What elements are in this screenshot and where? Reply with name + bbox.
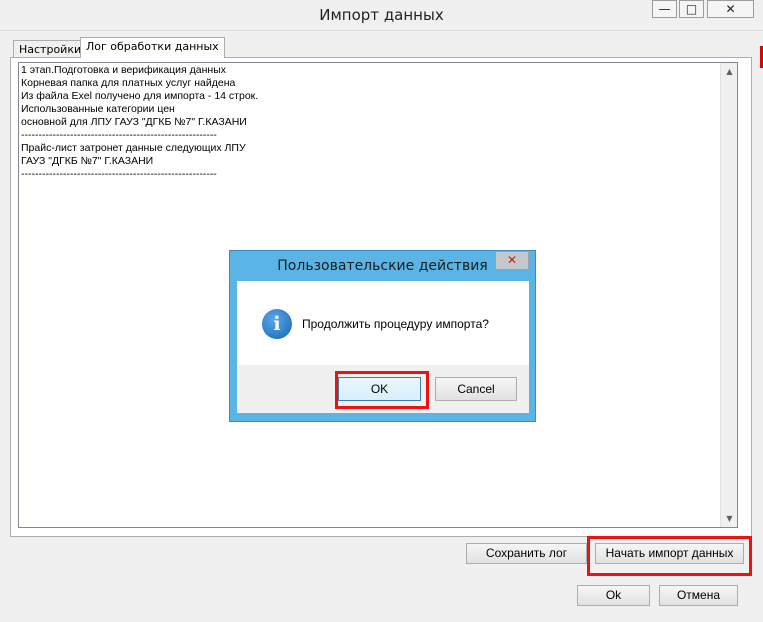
- maximize-button[interactable]: □: [679, 0, 704, 18]
- window-edge: [756, 35, 763, 622]
- log-text: 1 этап.Подготовка и верификация данных К…: [21, 64, 259, 180]
- start-import-highlight: [587, 536, 752, 576]
- ok-button[interactable]: Ok: [577, 585, 650, 606]
- scroll-up-icon[interactable]: ▲: [721, 63, 738, 80]
- tab-processing-log[interactable]: Лог обработки данных: [80, 37, 225, 58]
- dialog-title: Пользовательские действия: [277, 258, 488, 274]
- window-title: Импорт данных: [319, 6, 444, 24]
- log-scrollbar[interactable]: ▲ ▼: [720, 63, 737, 527]
- tab-settings[interactable]: Настройки: [13, 40, 88, 57]
- minimize-button[interactable]: —: [652, 0, 677, 18]
- dialog-ok-highlight: [335, 371, 429, 409]
- dialog-cancel-button[interactable]: Cancel: [435, 377, 517, 401]
- info-icon: i: [262, 309, 292, 339]
- window-close-button[interactable]: ✕: [707, 0, 754, 18]
- dialog-close-button[interactable]: ✕: [495, 251, 529, 270]
- dialog-message: Продолжить процедуру импорта?: [302, 317, 489, 331]
- save-log-button[interactable]: Сохранить лог: [466, 543, 587, 564]
- cancel-button[interactable]: Отмена: [659, 585, 738, 606]
- scroll-down-icon[interactable]: ▼: [721, 510, 738, 527]
